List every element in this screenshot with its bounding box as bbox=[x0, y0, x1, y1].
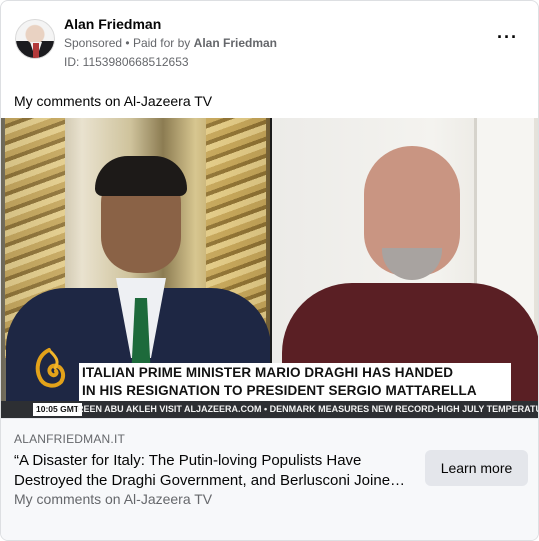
post-header: Alan Friedman Sponsored • Paid for by Al… bbox=[1, 1, 538, 81]
avatar-tie bbox=[33, 43, 39, 58]
link-headline[interactable]: “A Disaster for Italy: The Putin-loving … bbox=[14, 451, 424, 491]
link-preview[interactable]: ALANFRIEDMAN.IT “A Disaster for Italy: T… bbox=[1, 418, 538, 540]
news-ticker: 10:05 GMT REEN ABU AKLEH VISIT ALJAZEERA… bbox=[1, 401, 539, 418]
author-name[interactable]: Alan Friedman bbox=[64, 16, 161, 32]
lower-third-line-1: ITALIAN PRIME MINISTER MARIO DRAGHI HAS … bbox=[82, 365, 454, 380]
anchor-hair bbox=[95, 156, 187, 196]
sponsored-line: Sponsored • Paid for by Alan Friedman bbox=[64, 36, 277, 50]
ad-id: ID: 1153980668512653 bbox=[64, 55, 189, 69]
headline-line-1: “A Disaster for Italy: The Putin-loving … bbox=[14, 452, 362, 469]
paid-for-prefix: Paid for by bbox=[132, 36, 191, 50]
link-description: My comments on Al-Jazeera TV bbox=[14, 491, 213, 507]
dot-separator: • bbox=[125, 36, 130, 50]
more-options-icon[interactable]: ··· bbox=[497, 28, 518, 46]
ticker-text: REEN ABU AKLEH VISIT ALJAZEERA.COM • DEN… bbox=[77, 404, 539, 414]
author-avatar[interactable] bbox=[15, 19, 55, 59]
learn-more-button[interactable]: Learn more bbox=[425, 450, 528, 486]
lower-third-line-2: IN HIS RESIGNATION TO PRESIDENT SERGIO M… bbox=[82, 383, 477, 398]
sponsored-label[interactable]: Sponsored bbox=[64, 36, 122, 50]
link-domain: ALANFRIEDMAN.IT bbox=[14, 432, 126, 446]
post-caption: My comments on Al-Jazeera TV bbox=[14, 93, 213, 109]
news-lower-third: ITALIAN PRIME MINISTER MARIO DRAGHI HAS … bbox=[79, 363, 511, 401]
sponsored-post-card: Alan Friedman Sponsored • Paid for by Al… bbox=[0, 0, 539, 541]
al-jazeera-logo bbox=[35, 348, 66, 388]
video-thumbnail[interactable]: ITALIAN PRIME MINISTER MARIO DRAGHI HAS … bbox=[1, 118, 539, 418]
guest-beard bbox=[382, 248, 442, 280]
headline-line-2: Destroyed the Draghi Government, and Ber… bbox=[14, 472, 406, 489]
broadcast-time: 10:05 GMT bbox=[33, 403, 82, 416]
paid-for-name: Alan Friedman bbox=[193, 36, 278, 50]
